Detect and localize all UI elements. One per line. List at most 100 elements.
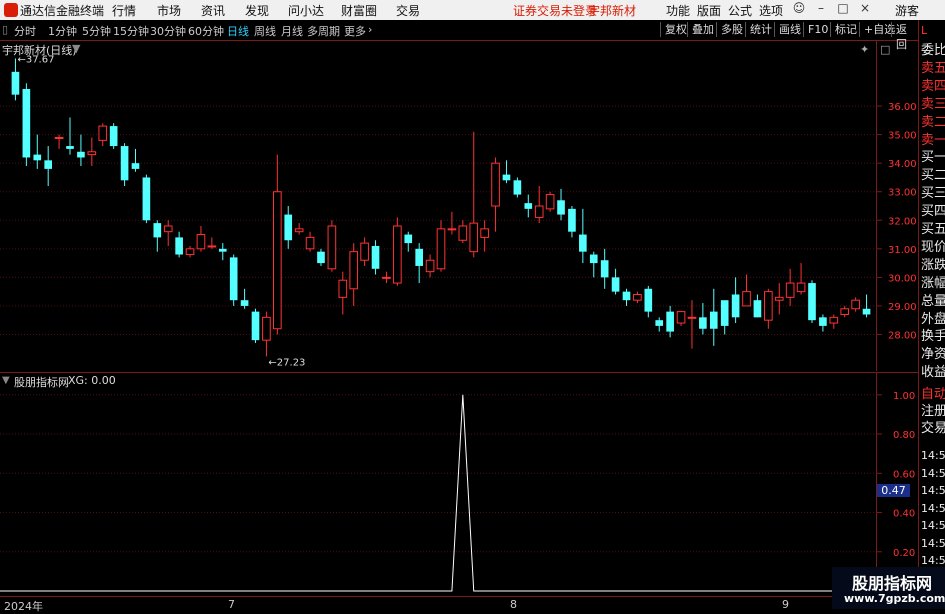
candle-body-down [600,260,609,278]
candle-body-down [120,146,129,181]
menu-wenxiaoda[interactable]: 问小达 [288,2,324,19]
candle-body-up [207,245,217,248]
toolbar-tongji[interactable]: 统计 [745,22,776,37]
panel-item: 买四 [921,204,945,220]
menu-banmian[interactable]: 版面 [697,2,721,19]
menu-gongneng[interactable]: 功能 [666,2,690,19]
menu-bar: 通达信金融终端 行情 市场 资讯 发现 问小达 财富圈 交易 证券交易未登录 宇… [0,0,945,20]
panel-time: 14:56 [921,554,945,567]
candle-body-down [589,254,598,264]
panel-item: 净资 [921,347,945,363]
candle-body-down [666,311,674,332]
menu-shichang[interactable]: 市场 [157,2,181,19]
candle-body-up [338,279,348,298]
panel-register[interactable]: 注册 [921,404,945,419]
candle-body-up [796,282,806,293]
menu-zixun[interactable]: 资讯 [201,2,225,19]
candle-body-down [513,180,522,195]
candle-body-down [753,300,762,318]
period-more[interactable]: 更多 [344,23,366,39]
toolbar-huaxian[interactable]: 画线 [774,22,805,37]
candle-body-down [579,234,587,252]
period-1min[interactable]: 1分钟 [48,23,77,39]
close-icon[interactable]: × [856,1,874,19]
panel-item: 卖三 [921,96,945,112]
menu-gongshi[interactable]: 公式 [728,2,752,19]
candle-body-down [819,317,827,326]
candle-body-up [196,234,206,250]
panel-item: 现价 [921,239,945,255]
candle-body-down [524,203,533,209]
period-30min[interactable]: 30分钟 [150,23,186,39]
candle-body-down [142,177,151,221]
toolbar-fanhui[interactable]: 返回 [891,22,918,51]
xg-line [0,394,872,592]
chevron-right-icon[interactable]: › [368,23,372,36]
candle-body-down [568,208,576,232]
period-multi[interactable]: 多周期 [307,23,340,39]
period-week[interactable]: 周线 [254,23,276,39]
user-icon[interactable]: ☺ [790,1,808,19]
high-price-label: ←37.67 [17,54,54,65]
kline-chart[interactable]: 宇邦新材(日线) ▼ ✦ □ 36.00 35.00 34.00 33.00 32.00… [0,41,918,371]
toolbar-f10[interactable]: F10 [803,22,832,37]
period-5min[interactable]: 5分钟 [82,23,111,39]
panel-item: 收益 [921,365,945,381]
menu-jiaoyi[interactable]: 交易 [396,2,420,19]
candle-body-up [687,316,697,319]
toolbar-duogu[interactable]: 多股 [716,22,747,37]
candle-body-down [218,248,227,252]
candle-body-up [262,316,271,341]
period-60min[interactable]: 60分钟 [188,23,224,39]
menu-hangqing[interactable]: 行情 [112,2,136,19]
period-fenshi[interactable]: 分时 [14,23,36,39]
kline-plot: 36.00 35.00 34.00 33.00 32.00 31.00 30.00 29.00… [0,54,917,368]
period-15min[interactable]: 15分钟 [113,23,149,39]
toolbar-biaoji[interactable]: 标记 [830,22,861,37]
candle-body-up [633,293,642,301]
low-price-label: ←27.23 [268,357,305,368]
toolbar-diejia[interactable]: 叠加 [687,22,718,37]
candle-body-down [371,245,380,269]
candle-body-down [404,234,413,244]
menu-faxian[interactable]: 发现 [245,2,269,19]
candle-body-down [808,283,816,321]
candle-body-up [349,251,359,290]
login-notice[interactable]: 证券交易未登录 [513,2,597,19]
toolbar-indicator-icon[interactable]: ▯ [2,23,8,36]
user-guest[interactable]: 游客 [895,2,919,19]
price-tick-label: 29.00 [888,302,917,313]
candle-body-up [458,225,468,241]
price-tick-label: 28.00 [888,330,917,341]
candle-body-down [251,311,260,341]
candle-body-down [731,294,740,318]
panel-auto[interactable]: 自动 [921,387,945,402]
menu-xuanxiang[interactable]: 选项 [759,2,783,19]
maximize-icon[interactable]: □ [834,1,852,19]
panel-item: 外盘 [921,311,945,327]
candle-body-down [862,308,871,315]
candle-body-down [33,154,42,161]
app-logo-icon [4,3,18,17]
candle-body-up [829,316,839,324]
panel-time: 14:56 [921,484,945,497]
candle-body-down [557,200,565,215]
minimize-icon[interactable]: – [812,1,830,19]
price-tick-label: 31.00 [888,245,917,256]
panel-time: 14:56 [921,536,945,550]
candle-body-down [109,126,118,147]
candle-body-down [229,257,238,301]
app-title: 通达信金融终端 [20,4,105,18]
panel-trade[interactable]: 交易 [921,421,945,436]
period-month[interactable]: 月线 [281,23,303,39]
panel-time: 14:56 [921,501,945,515]
panel-time: 14:56 [921,466,945,480]
indicator-chart[interactable]: ▼ 股朋指标网 XG: 0.00 0.47 1.00 0.80 0.60 0.40 0.… [0,372,918,597]
panel-time: 14:56 [921,519,945,532]
panel-item: 买五 [921,222,945,237]
candle-body-up [447,228,457,231]
candle-body-down [131,163,140,169]
candle-body-down [415,248,423,266]
menu-caifuquan[interactable]: 财富圈 [341,2,377,19]
period-day[interactable]: 日线 [227,23,249,39]
